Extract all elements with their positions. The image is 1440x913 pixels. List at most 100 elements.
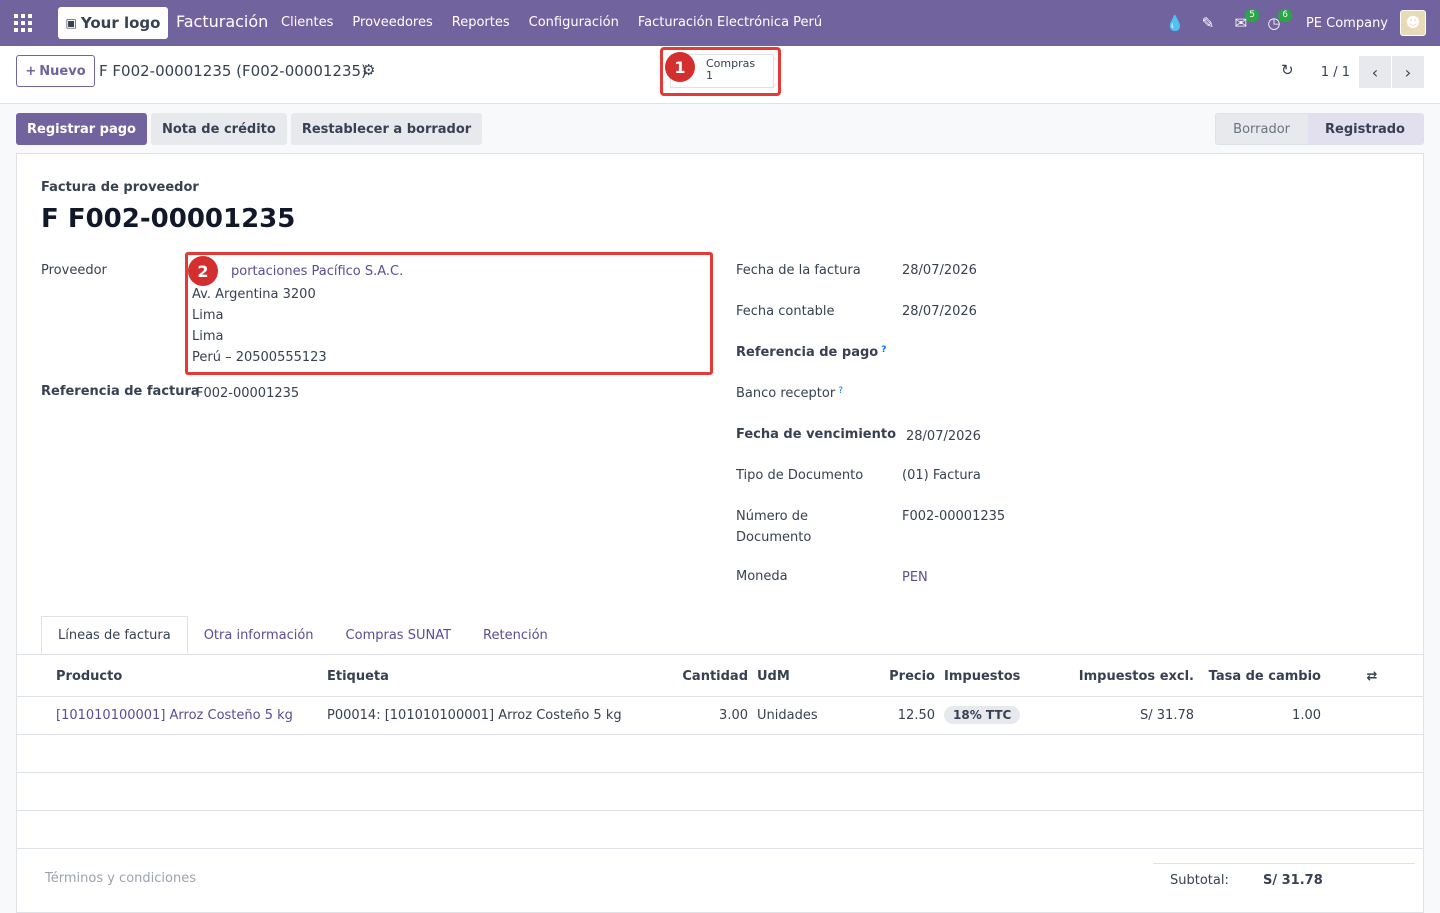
line-taxes-cell: 18% TTC — [944, 696, 1074, 735]
col-exchange-rate[interactable]: Tasa de cambio — [1194, 658, 1321, 697]
action-buttons: Registrar pago Nota de crédito Restablec… — [16, 113, 483, 145]
pager-value[interactable]: 1 / 1 — [1321, 65, 1350, 80]
document-number-label-2: Documento — [736, 530, 812, 545]
col-uom[interactable]: UdM — [757, 658, 839, 697]
systray: 💧 ✎ ✉ 5 ◷ 6 PE Company ☻ — [1152, 9, 1426, 36]
subtotal-value: S/ 31.78 — [1263, 873, 1323, 888]
refresh-icon[interactable]: ↻ — [1281, 61, 1294, 79]
edit-icon[interactable]: ✎ — [1198, 13, 1218, 33]
apps-menu-icon[interactable] — [14, 14, 32, 32]
line-uom[interactable]: Unidades — [757, 696, 839, 735]
tax-tag[interactable]: 18% TTC — [944, 705, 1021, 724]
col-subtotal[interactable]: Impuestos excl. — [1074, 658, 1194, 697]
tab-retention[interactable]: Retención — [467, 616, 564, 654]
invoice-lines-table: Producto Etiqueta Cantidad UdM Precio Im… — [17, 658, 1423, 849]
line-label[interactable]: P00014: [101010100001] Arroz Costeño 5 k… — [327, 696, 657, 735]
logo-text: Your logo — [80, 14, 161, 32]
bill-reference-label: Referencia de factura — [41, 384, 200, 399]
bank-label-text: Banco receptor — [736, 386, 836, 401]
tab-other-info[interactable]: Otra información — [188, 616, 330, 654]
menu-item-configuracion[interactable]: Configuración — [529, 15, 619, 30]
gear-icon[interactable]: ⚙ — [362, 61, 375, 79]
col-taxes[interactable]: Impuestos — [944, 658, 1074, 697]
line-quantity[interactable]: 3.00 — [657, 696, 757, 735]
messages-badge: 5 — [1245, 9, 1259, 22]
tabs-divider — [17, 654, 1423, 655]
menu-item-facturacion-electronica[interactable]: Facturación Electrónica Perú — [638, 15, 822, 30]
line-subtotal: S/ 31.78 — [1074, 696, 1194, 735]
invoice-date-label: Fecha de la factura — [736, 263, 861, 278]
document-type: Factura de proveedor — [41, 180, 199, 195]
state-draft[interactable]: Borrador — [1216, 114, 1309, 144]
tab-invoice-lines[interactable]: Líneas de factura — [41, 616, 188, 654]
bill-reference-field[interactable]: F002-00001235 — [196, 386, 299, 401]
plus-icon: + — [25, 63, 37, 79]
chat-icon[interactable]: ✉ 5 — [1231, 9, 1259, 33]
subtotal-label: Subtotal: — [1170, 873, 1229, 888]
terms-field[interactable]: Términos y condiciones — [45, 871, 196, 886]
company-switcher[interactable]: PE Company — [1306, 16, 1388, 31]
col-label[interactable]: Etiqueta — [327, 658, 657, 697]
payment-reference-text: Referencia de pago — [736, 345, 879, 360]
due-date-label: Fecha de vencimiento — [736, 427, 897, 442]
table-row-empty — [17, 772, 1423, 811]
column-settings-icon[interactable]: ⇄ — [1321, 658, 1423, 697]
main-menu: Clientes Proveedores Reportes Configurac… — [281, 15, 841, 30]
table-row-empty — [17, 810, 1423, 849]
state-posted[interactable]: Registrado — [1308, 114, 1423, 144]
document-name: F F002-00001235 — [41, 204, 296, 234]
menu-item-clientes[interactable]: Clientes — [281, 15, 333, 30]
menu-item-reportes[interactable]: Reportes — [452, 15, 510, 30]
due-date-field[interactable]: 28/07/2026 — [906, 429, 981, 444]
col-quantity[interactable]: Cantidad — [657, 658, 757, 697]
document-number-field[interactable]: F002-00001235 — [902, 509, 1005, 524]
chevron-right-icon[interactable]: › — [1392, 56, 1424, 88]
accounting-date-field[interactable]: 28/07/2026 — [902, 304, 977, 319]
currency-field[interactable]: PEN — [902, 570, 928, 585]
app-title[interactable]: Facturación — [176, 12, 268, 31]
camera-icon: ▣ — [65, 16, 77, 30]
status-bar: Borrador Registrado — [1215, 113, 1424, 145]
line-exchange-rate[interactable]: 1.00 — [1194, 696, 1321, 735]
new-button-label: Nuevo — [39, 63, 86, 79]
step-badge-2: 2 — [188, 256, 218, 286]
col-product[interactable]: Producto — [41, 658, 327, 697]
activities-badge: 6 — [1278, 9, 1292, 22]
line-product[interactable]: [101010100001] Arroz Costeño 5 kg — [41, 696, 327, 735]
notebook-tabs: Líneas de factura Otra información Compr… — [41, 616, 564, 654]
reset-to-draft-button[interactable]: Restablecer a borrador — [290, 113, 483, 145]
clock-icon[interactable]: ◷ 6 — [1264, 9, 1292, 33]
chevron-left-icon[interactable]: ‹ — [1359, 56, 1391, 88]
pager: 1 / 1 ‹ › — [1321, 56, 1424, 88]
form-sheet: Factura de proveedor F F002-00001235 Pro… — [16, 153, 1424, 913]
invoice-date-field[interactable]: 28/07/2026 — [902, 263, 977, 278]
currency-label: Moneda — [736, 569, 788, 584]
drop-icon[interactable]: 💧 — [1165, 13, 1185, 33]
bank-label: Banco receptor? — [736, 386, 843, 401]
top-navbar: ▣ Your logo Facturación Clientes Proveed… — [0, 0, 1440, 46]
payment-reference-label: Referencia de pago? — [736, 345, 886, 360]
highlight-box-2 — [185, 252, 713, 375]
line-price[interactable]: 12.50 — [839, 696, 944, 735]
document-number-label-1: Número de — [736, 509, 809, 524]
col-price[interactable]: Precio — [839, 658, 944, 697]
help-icon[interactable]: ? — [838, 386, 843, 396]
company-logo[interactable]: ▣ Your logo — [58, 7, 168, 39]
vendor-label: Proveedor — [41, 263, 107, 278]
help-icon[interactable]: ? — [881, 345, 886, 355]
accounting-date-label: Fecha contable — [736, 304, 835, 319]
new-button[interactable]: + Nuevo — [16, 55, 95, 87]
totals-divider — [1153, 863, 1415, 864]
table-row[interactable]: [101010100001] Arroz Costeño 5 kg P00014… — [17, 696, 1423, 735]
tab-sunat-purchases[interactable]: Compras SUNAT — [330, 616, 467, 654]
register-payment-button[interactable]: Registrar pago — [16, 113, 147, 145]
user-avatar[interactable]: ☻ — [1400, 10, 1426, 36]
table-header: Producto Etiqueta Cantidad UdM Precio Im… — [17, 658, 1423, 697]
document-type-field[interactable]: (01) Factura — [902, 468, 981, 483]
credit-note-button[interactable]: Nota de crédito — [150, 113, 287, 145]
breadcrumb: F F002-00001235 (F002-00001235) — [99, 62, 367, 80]
menu-item-proveedores[interactable]: Proveedores — [352, 15, 432, 30]
document-type-label: Tipo de Documento — [736, 468, 864, 483]
step-badge-1: 1 — [665, 52, 695, 82]
table-row-empty — [17, 734, 1423, 773]
